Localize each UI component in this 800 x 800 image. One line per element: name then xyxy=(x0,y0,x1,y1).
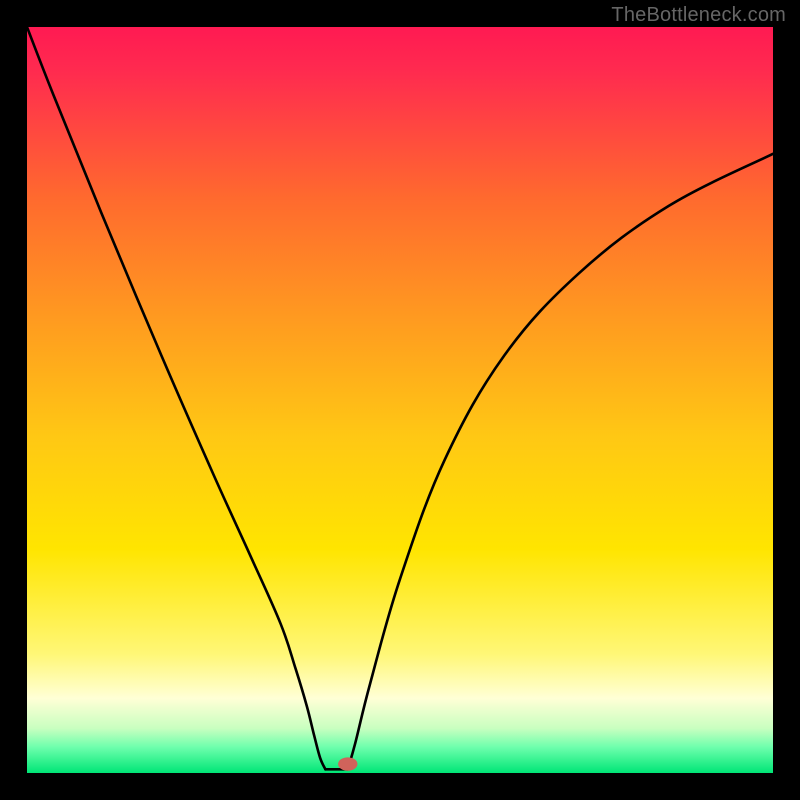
min-marker xyxy=(338,757,357,770)
chart-frame: TheBottleneck.com xyxy=(0,0,800,800)
watermark-text: TheBottleneck.com xyxy=(611,4,786,27)
chart-svg xyxy=(27,27,773,773)
plot-background xyxy=(27,27,773,773)
